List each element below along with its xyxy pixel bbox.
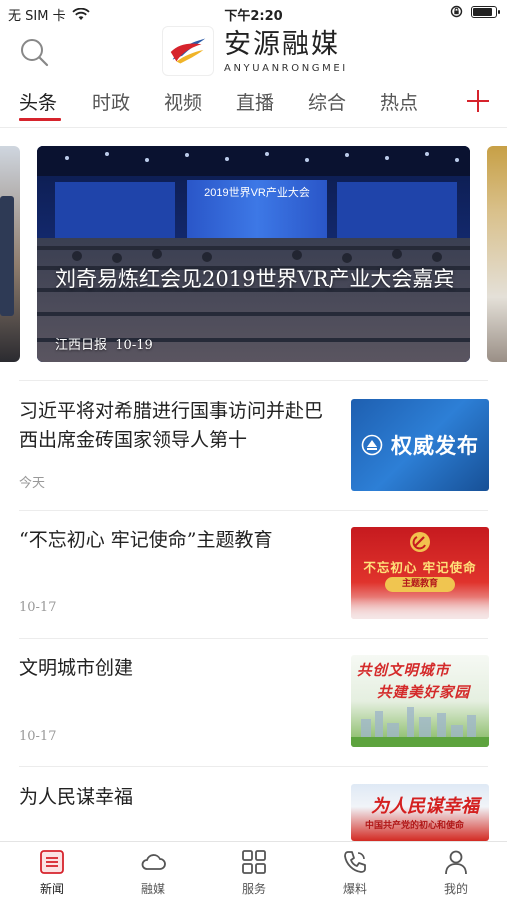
banner-slide[interactable]: 2019世界VR产业大会 刘奇易炼红会见2019世界VR产业大会嘉宾 江西日报 … — [37, 146, 470, 362]
news-thumbnail[interactable]: 不忘初心 牢记使命 主题教育 — [351, 527, 489, 619]
user-icon — [445, 850, 467, 875]
tabbar-label: 服务 — [241, 882, 266, 896]
divider — [19, 766, 488, 767]
thumbnail-subtext: 共建美好家园 — [377, 685, 470, 701]
phone-icon — [344, 851, 366, 873]
app-logo: 安源融媒 ANYUANRONGMEI — [162, 26, 348, 76]
category-tabs: 头条 时政 视频 直播 综合 热点 — [0, 84, 507, 128]
search-icon[interactable] — [18, 36, 50, 68]
party-emblem-icon — [410, 532, 430, 552]
news-date: 10-17 — [19, 600, 57, 615]
cloud-icon — [141, 854, 166, 870]
rotation-lock-icon — [450, 5, 463, 18]
banner-carousel[interactable]: 2019世界VR产业大会 刘奇易炼红会见2019世界VR产业大会嘉宾 江西日报 … — [0, 146, 507, 362]
conference-photo: 2019世界VR产业大会 — [37, 146, 470, 362]
divider — [19, 380, 488, 381]
news-date: 今天 — [19, 476, 46, 491]
app-name: 安源融媒 — [224, 28, 340, 60]
logo-mark-icon — [162, 26, 214, 76]
thumbnail-text: 不忘初心 牢记使命 — [363, 560, 477, 575]
tabbar-label: 我的 — [443, 882, 468, 896]
divider — [19, 510, 488, 511]
thumbnail-text: 为人民谋幸福 — [371, 796, 479, 817]
tabbar-news[interactable]: 新闻 — [17, 848, 87, 897]
news-thumbnail[interactable]: 共创文明城市 共建美好家园 — [351, 655, 489, 747]
tab-live[interactable]: 直播 — [236, 88, 274, 115]
carousel-prev-slide[interactable] — [0, 146, 20, 362]
banner-title: 刘奇易炼红会见2019世界VR产业大会嘉宾 — [55, 267, 455, 291]
emblem-icon — [361, 434, 383, 456]
tabbar-media[interactable]: 融媒 — [118, 848, 188, 897]
tabbar-services[interactable]: 服务 — [219, 848, 289, 897]
status-time: 下午2:20 — [224, 9, 283, 24]
city-skyline-icon — [351, 707, 489, 747]
news-title[interactable]: 文明城市创建 — [19, 654, 337, 683]
tabbar-label: 新闻 — [39, 882, 64, 896]
banner-date: 10-19 — [115, 338, 153, 353]
tab-video[interactable]: 视频 — [164, 88, 202, 115]
add-channel-icon[interactable] — [463, 86, 493, 116]
grid-icon — [242, 850, 266, 874]
bottom-tab-bar: 新闻 融媒 服务 爆料 我的 — [0, 841, 507, 900]
tab-politics[interactable]: 时政 — [92, 88, 130, 115]
tabbar-profile[interactable]: 我的 — [421, 848, 491, 897]
tab-headline[interactable]: 头条 — [19, 88, 57, 115]
news-date: 10-17 — [19, 729, 57, 744]
battery-icon — [471, 5, 500, 18]
tabbar-label: 融媒 — [140, 882, 165, 896]
banner-source: 江西日报 — [55, 338, 108, 353]
thumbnail-subtext: 中国共产党的初心和使命 — [365, 821, 465, 831]
stage-screen-text: 2019世界VR产业大会 — [204, 185, 310, 199]
tabbar-label: 爆料 — [342, 882, 367, 896]
carousel-next-slide[interactable] — [487, 146, 507, 362]
active-tab-indicator — [19, 118, 61, 121]
app-header: 安源融媒 ANYUANRONGMEI — [0, 26, 507, 78]
tabbar-tipoff[interactable]: 爆料 — [320, 848, 390, 897]
news-thumbnail[interactable]: 为人民谋幸福 中国共产党的初心和使命 — [351, 784, 489, 841]
tab-hot[interactable]: 热点 — [380, 88, 418, 115]
status-right — [450, 5, 500, 18]
status-bar: 无 SIM 卡 下午2:20 — [0, 0, 507, 26]
thumbnail-text: 权威发布 — [391, 434, 479, 458]
tab-general[interactable]: 综合 — [308, 88, 346, 115]
news-icon — [40, 850, 64, 874]
thumbnail-subtext: 主题教育 — [385, 577, 455, 592]
banner-meta: 江西日报 10-19 — [55, 334, 153, 353]
app-name-en: ANYUANRONGMEI — [224, 62, 348, 74]
news-title[interactable]: 为人民谋幸福 — [19, 783, 337, 812]
thumbnail-text: 共创文明城市 — [357, 663, 450, 679]
news-thumbnail[interactable]: 权威发布 — [351, 399, 489, 491]
divider — [19, 638, 488, 639]
news-title[interactable]: “不忘初心 牢记使命”主题教育 — [19, 526, 349, 555]
news-title[interactable]: 习近平将对希腊进行国事访问并赴巴西出席金砖国家领导人第十 — [19, 397, 337, 455]
